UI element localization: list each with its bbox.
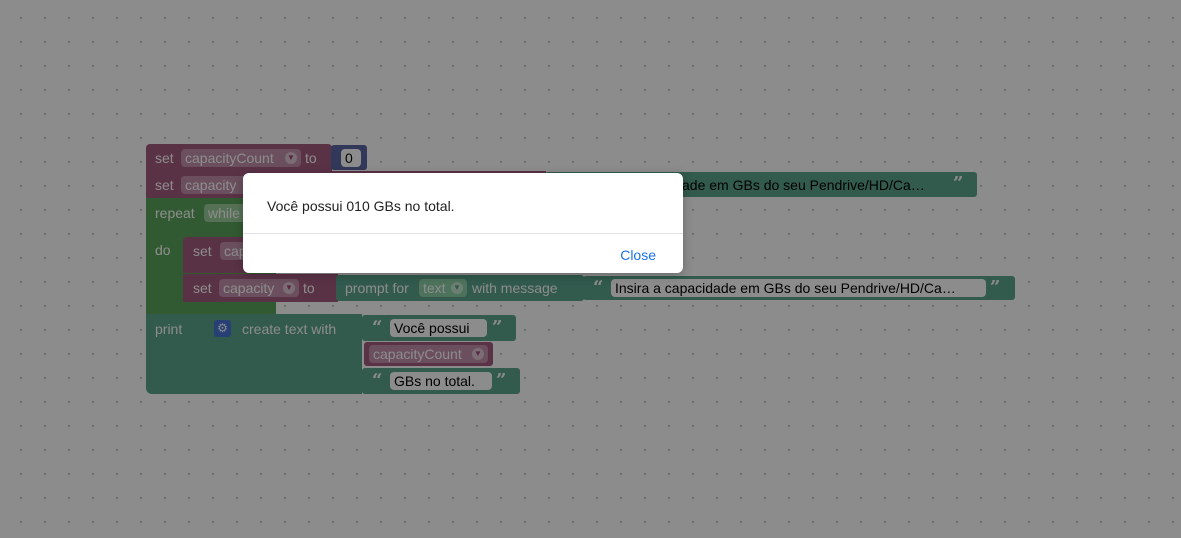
alert-dialog: Você possui 010 GBs no total. Close <box>243 173 683 273</box>
close-button[interactable]: Close <box>620 247 656 263</box>
alert-message: Você possui 010 GBs no total. <box>267 198 455 214</box>
divider <box>243 233 683 234</box>
